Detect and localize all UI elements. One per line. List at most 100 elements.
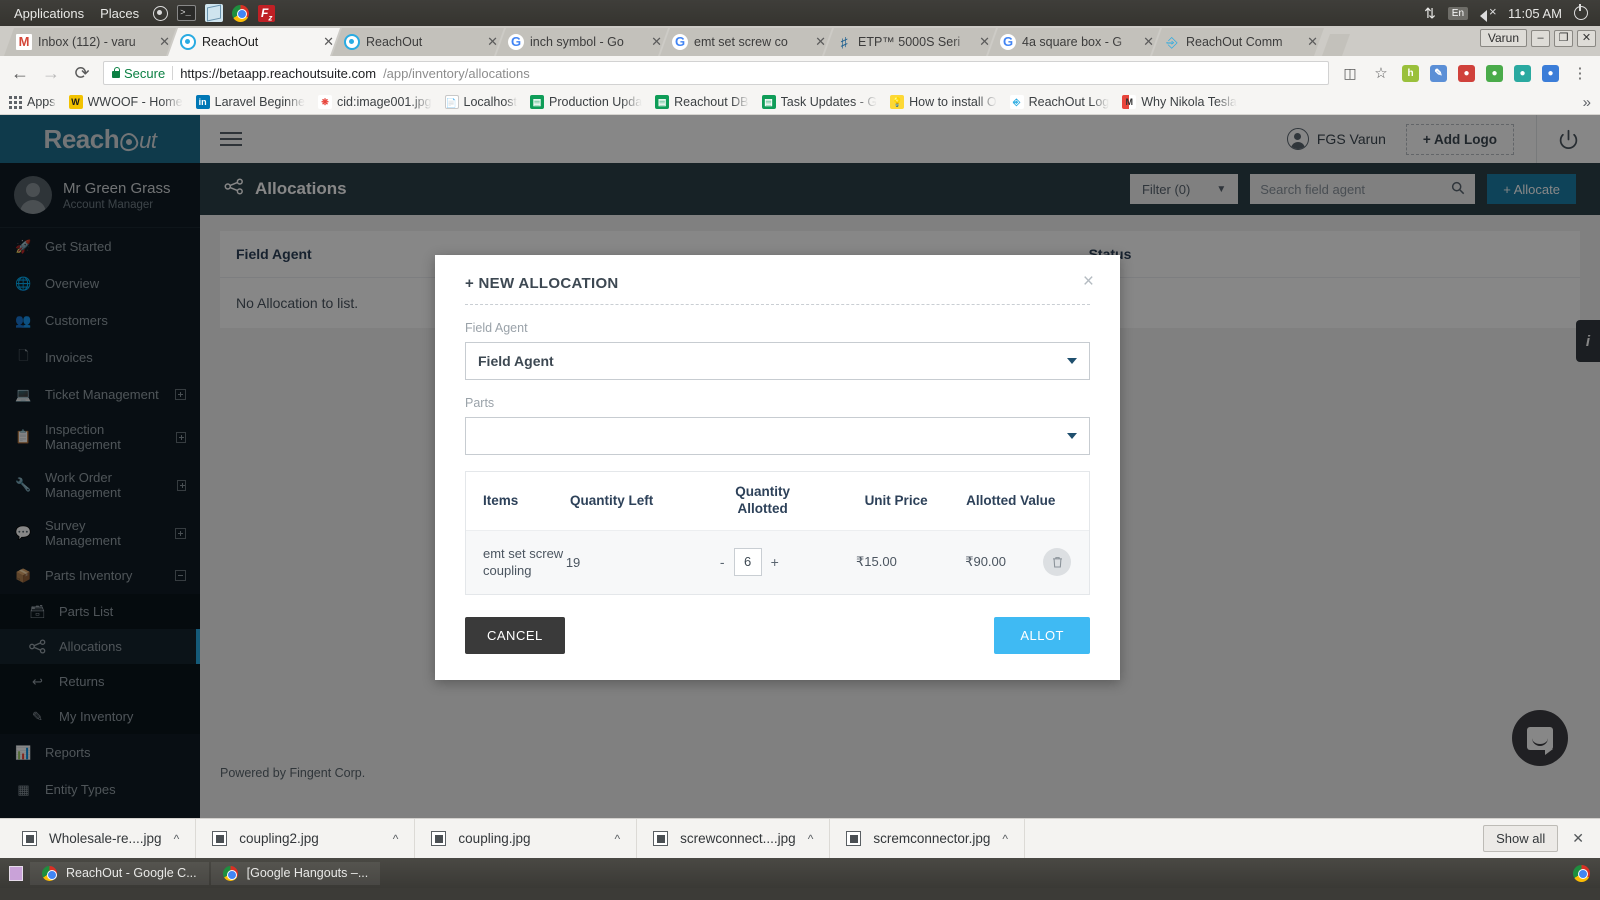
bookmark-item[interactable]: ⎆ ReachOut Log bbox=[1010, 95, 1110, 109]
tab-title: ReachOut bbox=[366, 35, 483, 49]
trash-icon[interactable] bbox=[1043, 548, 1071, 576]
bookmark-item[interactable]: in Laravel Beginne bbox=[196, 95, 305, 109]
bookmark-item[interactable]: M Why Nikola Tesla bbox=[1122, 95, 1237, 109]
bookmarks-overflow-icon[interactable]: » bbox=[1583, 94, 1591, 111]
new-tab-button[interactable] bbox=[1322, 34, 1350, 56]
power-icon[interactable] bbox=[1574, 6, 1588, 20]
chevron-up-icon[interactable]: ^ bbox=[393, 832, 399, 846]
column-header-items: Items bbox=[466, 493, 570, 508]
bookmark-item[interactable]: ▤ Reachout DB bbox=[655, 95, 748, 109]
google-icon: G bbox=[672, 34, 688, 50]
os-top-panel: Applications Places >_ Fz ⇅ En 11:05 AM bbox=[0, 0, 1600, 26]
browser-tab[interactable]: G inch symbol - Go ✕ bbox=[496, 28, 668, 56]
extension-icon-red[interactable]: ● bbox=[1458, 65, 1475, 82]
os-taskbar: ReachOut - Google C... [Google Hangouts … bbox=[0, 858, 1600, 888]
terminal-icon[interactable]: >_ bbox=[177, 5, 196, 21]
cell-item-name: emt set screw coupling bbox=[466, 545, 566, 580]
chevron-up-icon[interactable]: ^ bbox=[1002, 832, 1008, 846]
filezilla-icon[interactable]: Fz bbox=[258, 5, 275, 22]
show-all-downloads-button[interactable]: Show all bbox=[1483, 825, 1558, 852]
decrement-button[interactable]: - bbox=[720, 554, 725, 570]
quantity-input[interactable]: 6 bbox=[734, 548, 762, 576]
extension-icon-green[interactable]: ● bbox=[1486, 65, 1503, 82]
chevron-up-icon[interactable]: ^ bbox=[174, 832, 180, 846]
browser-tab[interactable]: Inbox (112) - varu ✕ bbox=[4, 28, 176, 56]
bookmark-item[interactable]: 📄 Localhost bbox=[445, 95, 518, 109]
minimize-button[interactable]: – bbox=[1531, 30, 1550, 47]
chrome-menu-icon[interactable]: ⋮ bbox=[1570, 64, 1590, 82]
maximize-button[interactable]: ❐ bbox=[1554, 30, 1573, 47]
bookmark-star-icon[interactable]: ☆ bbox=[1371, 64, 1391, 82]
extension-icon-blue[interactable]: ● bbox=[1542, 65, 1559, 82]
close-icon[interactable]: ✕ bbox=[651, 34, 662, 50]
extension-icon-lastpass[interactable]: h bbox=[1402, 65, 1419, 82]
bookmark-item[interactable]: ▤ Task Updates - G bbox=[762, 95, 878, 109]
close-icon[interactable]: × bbox=[1083, 275, 1094, 289]
modal-body: Field Agent Field Agent Parts Items Quan… bbox=[435, 305, 1120, 595]
chevron-up-icon[interactable]: ^ bbox=[614, 832, 620, 846]
bookmark-apps[interactable]: Apps bbox=[9, 95, 56, 109]
reload-icon[interactable]: ⟳ bbox=[72, 63, 92, 84]
keyboard-layout-indicator[interactable]: En bbox=[1448, 7, 1468, 20]
network-updown-icon[interactable]: ⇅ bbox=[1424, 5, 1436, 22]
field-agent-select[interactable]: Field Agent bbox=[465, 342, 1090, 380]
clock[interactable]: 11:05 AM bbox=[1508, 6, 1562, 21]
circle-logo-icon[interactable] bbox=[153, 6, 168, 21]
chevron-up-icon[interactable]: ^ bbox=[808, 832, 814, 846]
security-indicator[interactable]: Secure bbox=[112, 66, 165, 81]
close-icon[interactable]: ✕ bbox=[487, 34, 498, 50]
bookmark-item[interactable]: ▤ Production Upda bbox=[530, 95, 642, 109]
profile-button[interactable]: Varun bbox=[1480, 29, 1527, 47]
browser-tab[interactable]: G emt set screw co ✕ bbox=[660, 28, 832, 56]
tab-title: ReachOut bbox=[202, 35, 319, 49]
chrome-icon[interactable] bbox=[232, 5, 249, 22]
close-downloads-bar-icon[interactable]: ✕ bbox=[1572, 830, 1584, 847]
allot-button[interactable]: ALLOT bbox=[994, 617, 1090, 654]
taskbar-item[interactable]: [Google Hangouts –... bbox=[211, 862, 381, 885]
taskbar-item[interactable]: ReachOut - Google C... bbox=[30, 862, 209, 885]
chrome-tray-icon[interactable] bbox=[1573, 865, 1590, 882]
cancel-button[interactable]: CANCEL bbox=[465, 617, 565, 654]
close-icon[interactable]: ✕ bbox=[1307, 34, 1318, 50]
window-list-icon[interactable] bbox=[4, 862, 28, 884]
bookmark-item[interactable]: 💡 How to install O bbox=[890, 95, 997, 109]
address-bar[interactable]: Secure https://betaapp.reachoutsuite.com… bbox=[103, 61, 1329, 85]
close-icon[interactable]: ✕ bbox=[815, 34, 826, 50]
bookmark-label: Apps bbox=[27, 95, 56, 109]
browser-tab[interactable]: G 4a square box - G ✕ bbox=[988, 28, 1160, 56]
applications-menu[interactable]: Applications bbox=[6, 6, 92, 21]
cell-quantity-left: 19 bbox=[566, 555, 674, 570]
field-agent-label: Field Agent bbox=[465, 321, 1090, 335]
close-icon[interactable]: ✕ bbox=[979, 34, 990, 50]
download-item[interactable]: screwconnect....jpg ^ bbox=[637, 819, 830, 858]
places-menu[interactable]: Places bbox=[92, 6, 147, 21]
increment-button[interactable]: + bbox=[771, 554, 779, 570]
close-icon[interactable]: ✕ bbox=[1143, 34, 1154, 50]
download-item[interactable]: coupling.jpg ^ bbox=[415, 819, 637, 858]
modal-title: + NEW ALLOCATION bbox=[465, 275, 619, 292]
chevron-down-icon bbox=[1067, 358, 1077, 364]
file-thumbnail-icon bbox=[653, 831, 668, 846]
forward-arrow-icon[interactable]: → bbox=[41, 63, 61, 84]
software-box-icon[interactable] bbox=[205, 4, 223, 22]
bookmark-item[interactable]: ❋ cid:image001.jpg bbox=[318, 95, 432, 109]
download-item[interactable]: scremconnector.jpg ^ bbox=[830, 819, 1025, 858]
extension-icon-pen[interactable]: ✎ bbox=[1430, 65, 1447, 82]
browser-tab[interactable]: ReachOut ✕ bbox=[332, 28, 504, 56]
browser-tab-active[interactable]: ReachOut ✕ bbox=[168, 28, 340, 56]
close-icon[interactable]: ✕ bbox=[323, 34, 334, 50]
bookmark-item[interactable]: W WWOOF - Home bbox=[69, 95, 183, 109]
close-icon[interactable]: ✕ bbox=[159, 34, 170, 50]
url-domain: https://betaapp.reachoutsuite.com bbox=[180, 66, 376, 81]
download-item[interactable]: Wholesale-re....jpg ^ bbox=[6, 819, 196, 858]
extension-icon-teal[interactable]: ● bbox=[1514, 65, 1531, 82]
split-view-icon[interactable]: ◫ bbox=[1340, 65, 1360, 82]
browser-tab[interactable]: ⎆ ReachOut Comm ✕ bbox=[1152, 28, 1324, 56]
volume-muted-icon[interactable] bbox=[1480, 7, 1496, 20]
close-window-button[interactable]: ✕ bbox=[1577, 30, 1596, 47]
download-item[interactable]: coupling2.jpg ^ bbox=[196, 819, 415, 858]
column-header-allotted-value: Allotted Value bbox=[950, 493, 1071, 508]
parts-select[interactable] bbox=[465, 417, 1090, 455]
back-arrow-icon[interactable]: ← bbox=[10, 63, 30, 84]
browser-tab[interactable]: ♯ ETP™ 5000S Seri ✕ bbox=[824, 28, 996, 56]
